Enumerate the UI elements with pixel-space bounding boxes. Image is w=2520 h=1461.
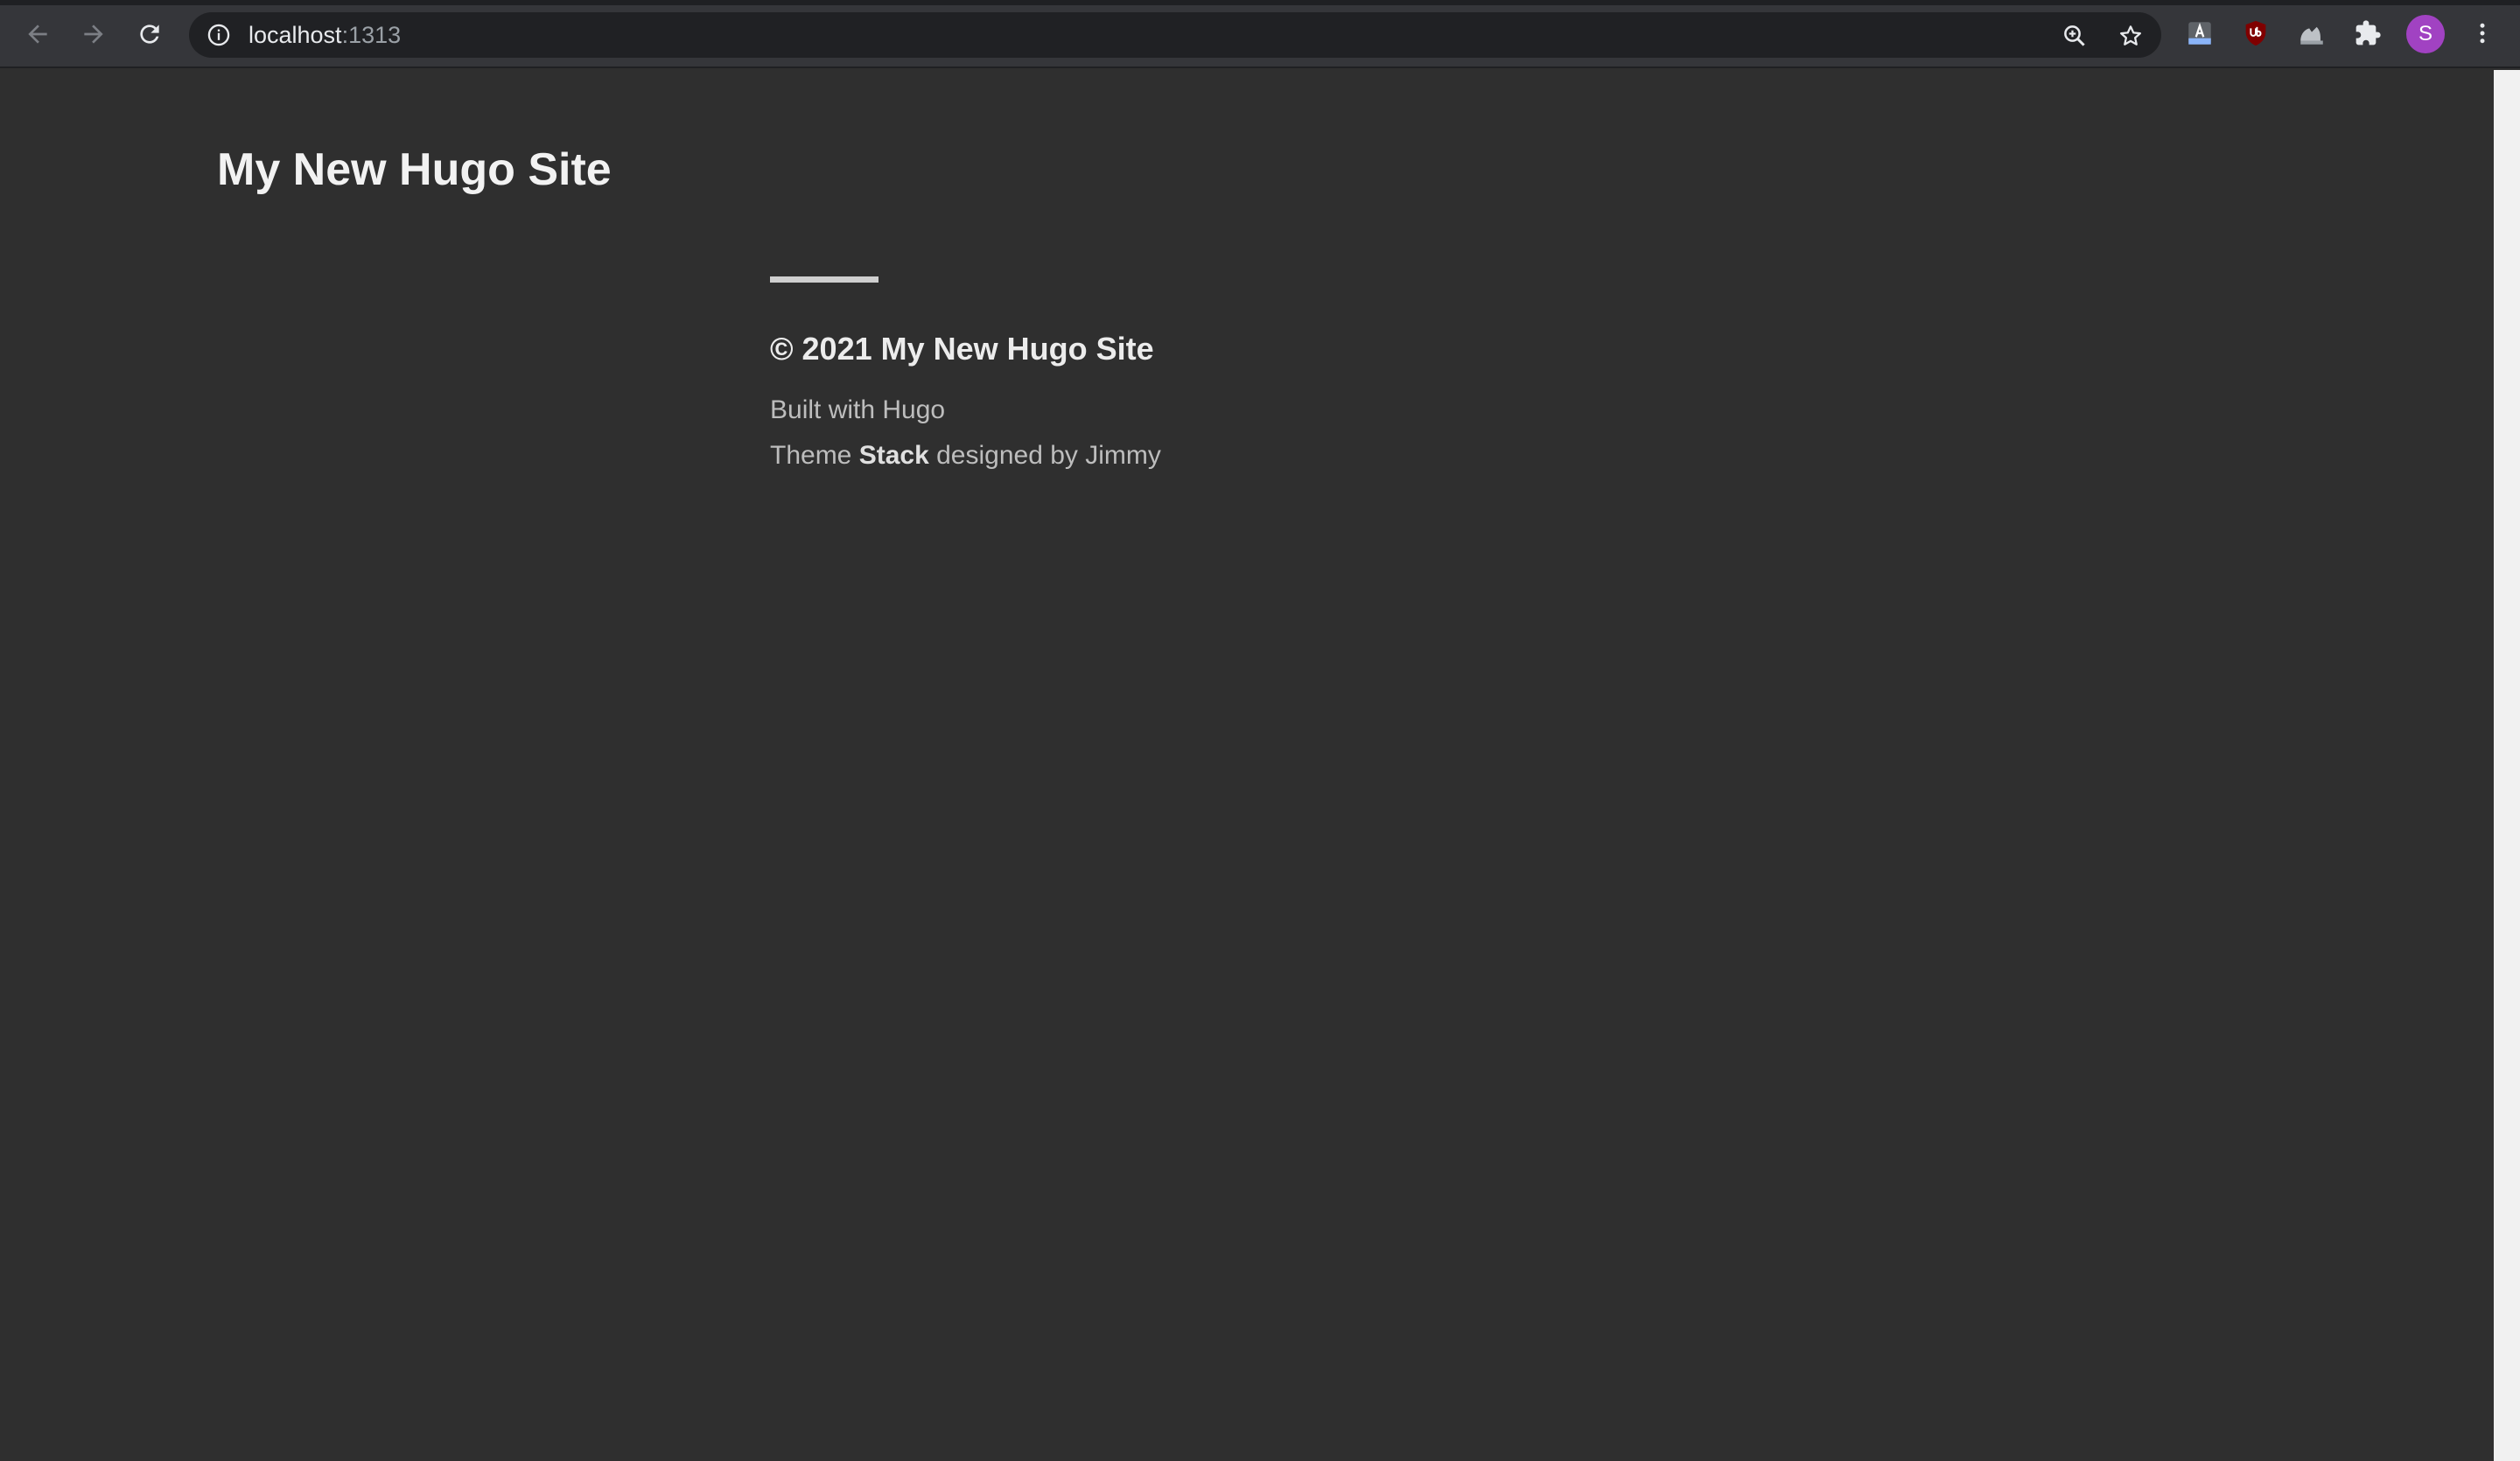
url-text[interactable]: localhost:1313 [248, 22, 401, 48]
address-bar[interactable]: localhost:1313 [189, 12, 2161, 58]
profile-initial: S [2418, 22, 2432, 45]
theme-suffix: designed by Jimmy [928, 441, 1161, 470]
tab-strip [0, 0, 2520, 5]
url-host: localhost [248, 22, 342, 48]
theme-name-link[interactable]: Stack [859, 441, 929, 470]
reload-icon [140, 24, 159, 44]
reload-button[interactable] [130, 14, 170, 54]
footer-divider [770, 276, 878, 283]
browser-toolbar: localhost:1313 S [0, 0, 2520, 68]
translate-extension-icon [2188, 22, 2211, 45]
page-content: My New Hugo Site © 2021 My New Hugo Site… [0, 70, 2494, 1461]
ublock-extension-button[interactable] [2240, 17, 2272, 49]
browser-menu-button[interactable] [2469, 17, 2496, 49]
url-port: :1313 [341, 22, 402, 48]
extension-button[interactable] [2296, 17, 2328, 49]
page-scrollbar[interactable] [2494, 70, 2520, 1461]
theme-prefix: Theme [770, 441, 859, 470]
ublock-extension-icon [2245, 20, 2266, 46]
arrow-left-icon [28, 24, 47, 44]
zoom-icon[interactable] [2062, 23, 2088, 49]
back-button[interactable] [18, 14, 58, 54]
site-title[interactable]: My New Hugo Site [217, 143, 612, 196]
built-with-text[interactable]: Built with Hugo [770, 395, 945, 425]
footer-copyright: © 2021 My New Hugo Site [770, 331, 1154, 367]
info-icon[interactable] [206, 23, 231, 47]
arrow-right-icon [84, 24, 103, 44]
extensions-menu-button[interactable] [2352, 17, 2384, 49]
extension-icon [2300, 26, 2323, 45]
translate-extension-button[interactable] [2184, 17, 2216, 49]
theme-credit: Theme Stack designed by Jimmy [770, 441, 1161, 471]
puzzle-icon [2356, 20, 2381, 45]
star-icon[interactable] [2118, 23, 2144, 49]
profile-avatar[interactable]: S [2406, 15, 2445, 53]
more-vertical-icon [2480, 23, 2485, 44]
forward-button[interactable] [74, 14, 114, 54]
